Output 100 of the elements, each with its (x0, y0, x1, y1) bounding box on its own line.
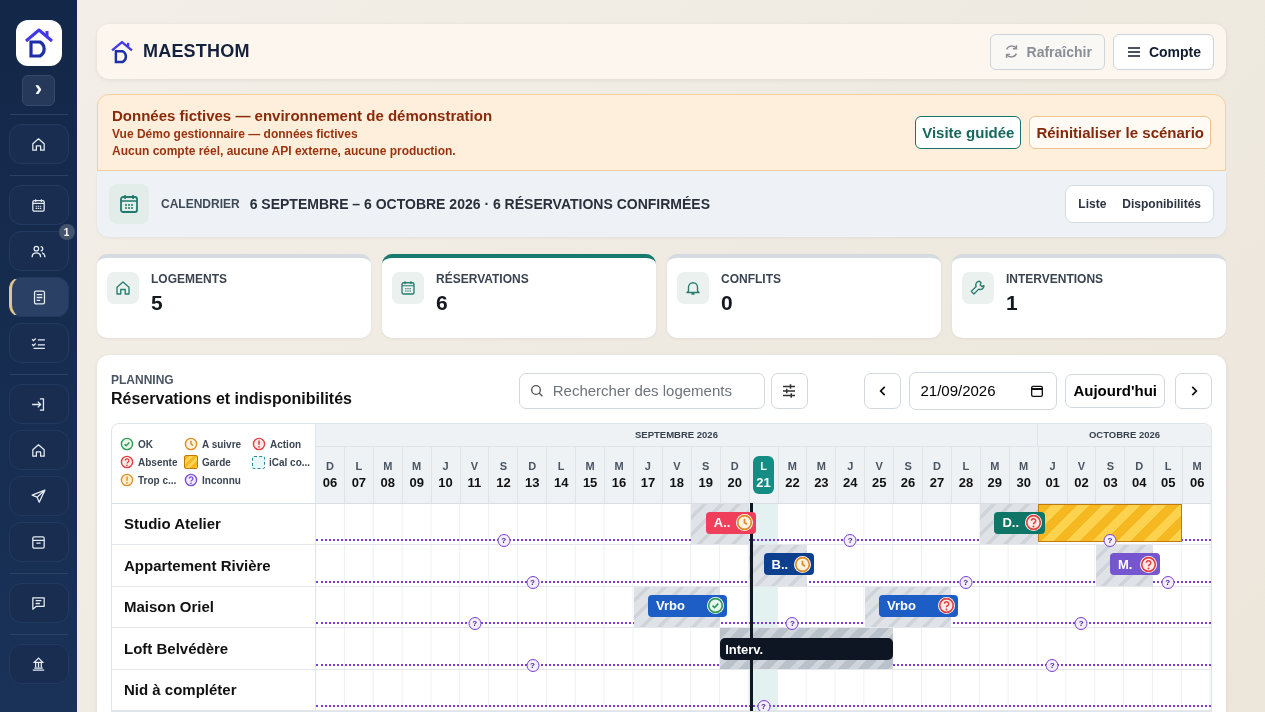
day-letter: M (816, 459, 826, 472)
day-number: 23 (814, 474, 829, 490)
booking-bar[interactable]: B.. (763, 553, 814, 575)
day-letter: L (1164, 459, 1172, 472)
property-name: Appartement Rivière (124, 556, 271, 574)
unknown-marker: ? (959, 575, 973, 589)
stat-value: 1 (1006, 290, 1019, 315)
unknown-marker: ? (468, 617, 482, 630)
stat-value: 6 (436, 290, 449, 315)
booking-bar[interactable]: M. (1109, 553, 1161, 575)
day-letter: J (442, 459, 449, 472)
legend-label: Garde (202, 456, 231, 468)
day-number: 25 (871, 474, 887, 490)
day-letter: D (933, 459, 941, 472)
unknown-marker: ? (1074, 617, 1088, 630)
legend-label: Trop c... (138, 474, 177, 486)
day-number: 18 (669, 474, 685, 490)
banner-text: Vue Démo gestionnaire — données fictives (112, 127, 359, 142)
day-letter: V (673, 459, 681, 472)
day-number: 04 (1132, 474, 1147, 490)
day-number: 21 (756, 474, 771, 490)
day-number: 27 (929, 474, 945, 490)
search-field[interactable]: Rechercher des logements (518, 372, 765, 409)
banner-title: Données fictives — environnement de démonstration (112, 107, 493, 125)
day-letter: M (787, 459, 798, 472)
day-number: 28 (958, 474, 974, 490)
day-letter: V (1077, 459, 1086, 472)
booking-bar[interactable]: D.. (994, 511, 1045, 534)
day-number: 09 (409, 474, 424, 490)
day-number: 02 (1074, 474, 1089, 490)
day-number: 13 (525, 474, 540, 490)
account-button[interactable]: Compte (1112, 33, 1214, 70)
calendar-label: CALENDRIER (161, 196, 240, 211)
intervention-bar[interactable]: Interv. (720, 638, 894, 660)
brand-name: MAESTHOM (143, 41, 250, 63)
planning-eyebrow: PLANNING (111, 373, 175, 387)
guided-tour-button[interactable]: Visite guidée (915, 116, 1022, 150)
legend-label: Action (270, 438, 302, 450)
day-number: 05 (1161, 474, 1176, 490)
property-name: Nid à compléter (124, 681, 237, 699)
day-number: 22 (785, 474, 800, 490)
day-number: 11 (467, 474, 482, 490)
day-number: 06 (1189, 474, 1205, 490)
day-number: 01 (1045, 474, 1060, 490)
planning-title: Réservations et indisponibilités (111, 390, 352, 408)
property-name: Maison Oriel (124, 598, 215, 616)
legend-label: Inconnu (202, 474, 241, 486)
legend-label: Absente (138, 456, 178, 468)
day-letter: D (730, 459, 739, 472)
day-letter: D (325, 459, 334, 472)
day-number: 26 (900, 474, 916, 490)
legend-label: OK (138, 438, 153, 450)
expand-button[interactable]: › (22, 75, 55, 106)
day-number: 03 (1103, 474, 1118, 490)
today-button[interactable]: Aujourd'hui (1065, 373, 1165, 408)
day-letter: S (702, 459, 710, 472)
reset-button[interactable]: Réinitialiser le scénario (1029, 116, 1211, 150)
day-number: 14 (553, 474, 569, 490)
stat-value: 5 (151, 290, 164, 315)
day-number: 29 (987, 474, 1003, 490)
property-name: Studio Atelier (124, 515, 221, 533)
day-number: 15 (582, 474, 598, 490)
day-number: 17 (640, 474, 656, 490)
day-letter: M (990, 459, 1000, 472)
day-letter: M (585, 459, 595, 472)
stat-card[interactable]: INTERVENTIONS 1 (952, 253, 1226, 338)
day-letter: J (644, 459, 651, 472)
day-letter: M (412, 459, 422, 472)
day-number: 19 (698, 474, 713, 490)
month-label: SEPTEMBRE 2026 (635, 429, 718, 440)
day-letter: L (760, 459, 767, 472)
property-name: Loft Belvédère (124, 639, 229, 657)
stat-card[interactable]: LOGEMENTS 5 (97, 253, 371, 338)
unknown-marker: ? (757, 700, 770, 711)
view-tab[interactable]: Disponibilités (1114, 189, 1209, 218)
stat-card[interactable]: CONFLITS 0 (667, 253, 941, 338)
day-number: 24 (843, 474, 858, 490)
day-number: 12 (496, 474, 511, 490)
stat-label: INTERVENTIONS (1006, 271, 1104, 286)
calendar-summary: 6 SEPTEMBRE – 6 OCTOBRE 2026 · 6 RÉSERVATIONS CONFIRMÉES (249, 195, 710, 212)
stat-card[interactable]: RÉSERVATIONS 6 (382, 253, 656, 338)
month-label: OCTOBRE 2026 (1088, 429, 1161, 440)
stat-label: RÉSERVATIONS (436, 271, 529, 286)
day-letter: M (1192, 459, 1202, 472)
view-tab[interactable]: Liste (1070, 189, 1115, 218)
day-letter: S (1106, 459, 1115, 472)
day-number: 08 (380, 474, 395, 490)
booking-bar[interactable]: Vrbo (648, 594, 728, 617)
unknown-marker: ? (497, 534, 511, 547)
date-field[interactable]: 21/09/2026 (909, 371, 1058, 410)
day-letter: D (528, 459, 537, 472)
day-number: 07 (351, 474, 367, 490)
count-badge: 1 (58, 224, 75, 240)
day-number: 10 (438, 474, 453, 490)
day-number: 20 (727, 474, 742, 490)
day-letter: D (1135, 459, 1144, 472)
day-letter: S (904, 459, 912, 472)
day-letter: M (1019, 459, 1029, 472)
unknown-marker: ? (1161, 575, 1175, 589)
day-number: 16 (611, 474, 627, 490)
